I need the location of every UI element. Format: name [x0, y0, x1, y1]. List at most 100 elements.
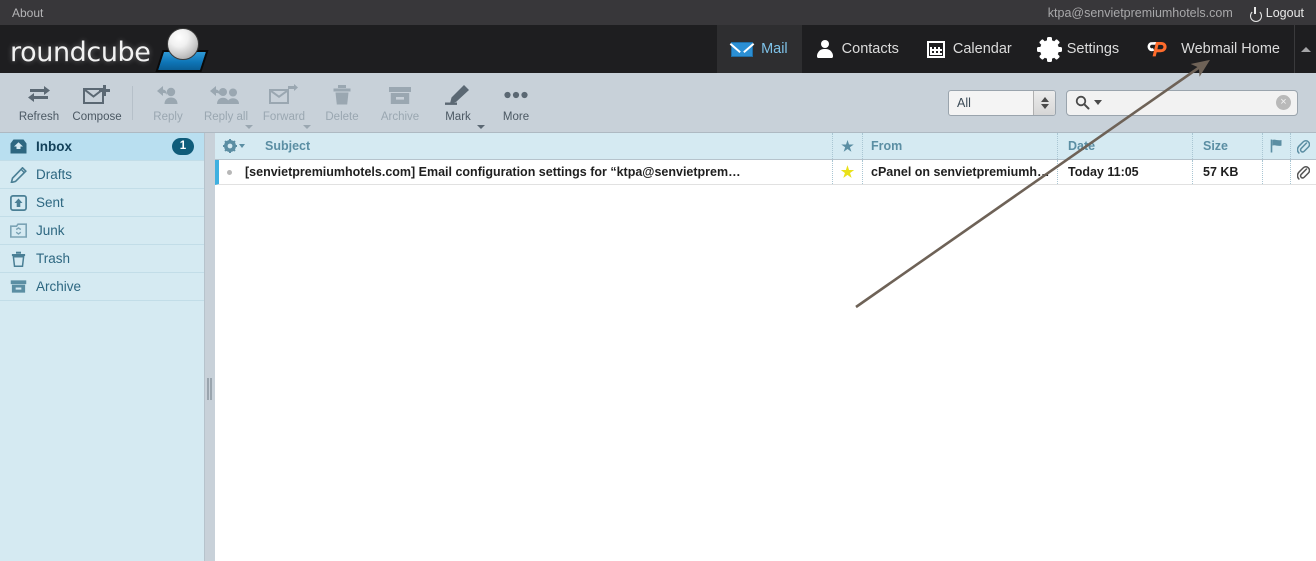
caret-down-icon[interactable]	[1094, 100, 1102, 105]
chevron-down-icon[interactable]	[477, 124, 485, 129]
sidebar-item-junk-label: Junk	[36, 223, 65, 238]
tab-contacts-label: Contacts	[841, 41, 899, 57]
mark-label: Mark	[445, 110, 471, 123]
search-input[interactable]	[1106, 95, 1272, 110]
toolbar-separator	[132, 85, 133, 120]
tab-settings[interactable]: Settings	[1026, 25, 1133, 73]
tab-calendar[interactable]: Calendar	[913, 25, 1026, 73]
clear-search-button[interactable]: ×	[1276, 95, 1291, 110]
compose-button[interactable]: Compose	[68, 73, 126, 133]
toolbar-buttons: Refresh Compose Reply Reply all Forward …	[0, 73, 545, 133]
message-date: Today 11:05	[1057, 160, 1192, 184]
app-header: roundcube Mail Contacts Calendar Setting…	[0, 25, 1316, 73]
sidebar-item-sent-label: Sent	[36, 195, 64, 210]
sidebar-item-inbox[interactable]: Inbox 1	[0, 133, 204, 161]
reply-label: Reply	[153, 110, 183, 123]
forward-icon	[269, 83, 299, 107]
tab-settings-label: Settings	[1066, 41, 1120, 57]
sidebar-item-archive[interactable]: Archive	[0, 273, 204, 301]
column-header-size[interactable]: Size	[1192, 133, 1262, 159]
sidebar-item-sent[interactable]: Sent	[0, 189, 204, 217]
reply-all-label: Reply all	[203, 110, 249, 123]
sidebar-item-trash-label: Trash	[36, 251, 71, 266]
reply-all-icon	[209, 83, 243, 107]
top-status-bar: About ktpa@senvietpremiumhotels.com Logo…	[0, 0, 1316, 25]
chevron-down-icon[interactable]	[303, 124, 311, 129]
magnifier-icon[interactable]	[1075, 95, 1090, 110]
sidebar-splitter[interactable]	[205, 133, 215, 561]
reply-button[interactable]: Reply	[139, 73, 197, 133]
more-dots-icon	[503, 83, 529, 107]
task-scroll-up-button[interactable]	[1294, 25, 1316, 73]
marker-pen-icon	[444, 83, 472, 107]
archive-icon	[10, 278, 27, 295]
search-scope-value: All	[957, 95, 971, 110]
column-header-from[interactable]: From	[862, 133, 1057, 159]
tab-webmail-home[interactable]: Webmail Home	[1133, 25, 1294, 73]
message-list-header: Subject ★ From Date Size	[215, 133, 1316, 160]
tab-mail-label: Mail	[761, 41, 788, 57]
message-flag-cell[interactable]	[1262, 160, 1290, 184]
mark-button[interactable]: Mark	[429, 73, 487, 133]
archive-label: Archive	[380, 110, 420, 123]
calendar-icon	[926, 40, 945, 58]
splitter-grip-icon	[207, 378, 213, 400]
power-icon	[1249, 6, 1262, 22]
junk-icon	[10, 222, 27, 239]
refresh-label: Refresh	[18, 110, 60, 123]
tab-mail[interactable]: Mail	[717, 25, 802, 73]
message-star-cell[interactable]: ★	[832, 160, 862, 184]
archive-icon	[388, 83, 412, 107]
cpanel-icon	[1147, 38, 1173, 60]
column-header-subject[interactable]: Subject	[253, 133, 832, 159]
forward-button[interactable]: Forward	[255, 73, 313, 133]
inbox-icon	[10, 138, 27, 155]
roundcube-logo[interactable]: roundcube	[0, 28, 217, 72]
reply-all-button[interactable]: Reply all	[197, 73, 255, 133]
stepper-arrows-icon[interactable]	[1033, 90, 1055, 115]
unread-dot-icon	[227, 169, 232, 175]
main-body: Inbox 1 Drafts Sent Junk Trash Archive S…	[0, 133, 1316, 561]
search-box[interactable]: ×	[1066, 89, 1298, 116]
chevron-down-icon	[239, 144, 245, 148]
sidebar-item-trash[interactable]: Trash	[0, 245, 204, 273]
refresh-icon	[27, 83, 51, 107]
search-scope-select[interactable]: All	[948, 89, 1056, 116]
star-icon: ★	[841, 138, 854, 154]
column-header-date[interactable]: Date	[1057, 133, 1192, 159]
column-header-flag[interactable]	[1262, 133, 1290, 159]
sent-icon	[10, 194, 27, 211]
sidebar-item-drafts[interactable]: Drafts	[0, 161, 204, 189]
reply-icon	[154, 83, 182, 107]
list-options-button[interactable]	[215, 133, 253, 159]
gear-icon	[1036, 36, 1062, 62]
sidebar-item-junk[interactable]: Junk	[0, 217, 204, 245]
caret-up-icon	[1300, 46, 1311, 52]
logout-button[interactable]: Logout	[1249, 6, 1304, 22]
delete-button[interactable]: Delete	[313, 73, 371, 133]
message-subject: [senvietpremiumhotels.com] Email configu…	[245, 165, 741, 179]
sidebar-item-inbox-label: Inbox	[36, 139, 72, 154]
contacts-icon	[816, 40, 834, 58]
message-subject-cell[interactable]: [senvietpremiumhotels.com] Email configu…	[219, 160, 832, 184]
column-header-attachment[interactable]	[1290, 133, 1316, 159]
refresh-button[interactable]: Refresh	[10, 73, 68, 133]
logo-wordmark: roundcube	[10, 37, 151, 68]
pencil-icon	[10, 166, 27, 183]
more-button[interactable]: More	[487, 73, 545, 133]
archive-button[interactable]: Archive	[371, 73, 429, 133]
trash-icon	[10, 250, 27, 267]
message-from: cPanel on senvietpremiumh…	[871, 165, 1050, 179]
paperclip-icon	[1297, 165, 1310, 180]
search-area: All ×	[948, 89, 1316, 116]
chevron-down-icon[interactable]	[245, 124, 253, 129]
task-navigation: Mail Contacts Calendar Settings Webmail …	[717, 25, 1316, 73]
message-from-cell: cPanel on senvietpremiumh…	[862, 160, 1057, 184]
sidebar-item-archive-label: Archive	[36, 279, 82, 294]
star-icon[interactable]: ★	[841, 165, 854, 180]
table-row[interactable]: [senvietpremiumhotels.com] Email configu…	[215, 160, 1316, 185]
column-header-star[interactable]: ★	[832, 133, 862, 159]
compose-label: Compose	[72, 110, 122, 123]
about-link[interactable]: About	[12, 6, 43, 20]
tab-contacts[interactable]: Contacts	[802, 25, 913, 73]
